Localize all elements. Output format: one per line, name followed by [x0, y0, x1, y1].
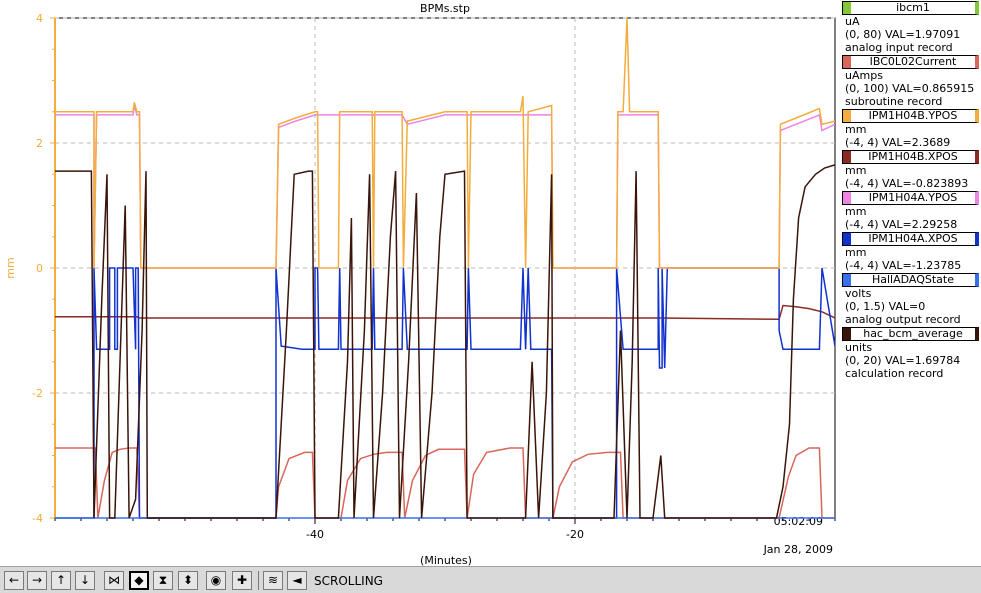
- legend-entry-detail: (-4, 4) VAL=2.3689: [845, 136, 951, 149]
- y-tick-label: 2: [36, 137, 43, 150]
- y-tick-label: -4: [32, 512, 43, 525]
- legend-entry-detail: (0, 1.5) VAL=0: [845, 300, 926, 313]
- legend-entry[interactable]: ibcm1 uA (0, 80) VAL=1.97091 analog input r…: [838, 1, 981, 54]
- legend-entry-label: hac_bcm_average: [863, 327, 963, 340]
- legend-color-swatch: [843, 151, 851, 163]
- legend-entry-detail: analog input record: [845, 41, 953, 54]
- zoom-in-x-icon[interactable]: ⋈: [104, 571, 124, 590]
- legend-entry-detail: (-4, 4) VAL=-0.823893: [845, 177, 969, 190]
- y-tick-label: -2: [32, 387, 43, 400]
- legend-entry-detail: analog output record: [845, 313, 961, 326]
- legend-entry-detail: mm: [845, 246, 867, 259]
- legend-entry-name[interactable]: IPM1H04A.YPOS: [842, 191, 979, 205]
- legend-color-swatch: [843, 56, 851, 68]
- time-label: 05:02:09: [774, 515, 823, 528]
- legend-entry[interactable]: IPM1H04B.YPOS mm (-4, 4) VAL=2.3689: [838, 109, 981, 149]
- legend-entry-detail: calculation record: [845, 367, 944, 380]
- legend-entry-detail: (0, 80) VAL=1.97091: [845, 28, 961, 41]
- arrow-left-icon[interactable]: ←: [4, 571, 24, 590]
- legend-entry-detail: (-4, 4) VAL=-1.23785: [845, 259, 962, 272]
- y-axis-label: mm: [4, 257, 17, 278]
- x-tick-label: -40: [306, 528, 324, 541]
- zoom-out-y-icon[interactable]: ⬍: [178, 571, 198, 590]
- legend-entry-label: IPM1H04B.YPOS: [868, 109, 958, 122]
- legend-entry[interactable]: IPM1H04A.XPOS mm (-4, 4) VAL=-1.23785: [838, 232, 981, 272]
- toolbar: ← → ↑ ↓ ⋈ ◆ ⧗ ⬍ ◉ ✚ ≋ ◄ SCROLLING: [0, 566, 981, 593]
- legend-entry[interactable]: IPM1H04B.XPOS mm (-4, 4) VAL=-0.823893: [838, 150, 981, 190]
- arrow-up-icon[interactable]: ↑: [51, 571, 71, 590]
- legend-entry[interactable]: IPM1H04A.YPOS mm (-4, 4) VAL=2.29258: [838, 191, 981, 231]
- y-tick-label: 4: [36, 12, 43, 25]
- legend-entry-label: IPM1H04A.YPOS: [868, 191, 958, 204]
- scroll-icon[interactable]: ◄: [287, 571, 307, 590]
- y-tick-label: 0: [36, 262, 43, 275]
- scroll-status-text: SCROLLING: [314, 574, 383, 588]
- legend-entry[interactable]: IBC0L02Current uAmps (0, 100) VAL=0.865915…: [838, 55, 981, 108]
- legend-entry-name[interactable]: IPM1H04A.XPOS: [842, 232, 979, 246]
- legend-entry[interactable]: HallADAQState volts (0, 1.5) VAL=0 analog o…: [838, 273, 981, 326]
- legend-entry-label: IPM1H04A.XPOS: [868, 232, 958, 245]
- legend-color-swatch: [843, 328, 851, 340]
- legend-panel: ibcm1 uA (0, 80) VAL=1.97091 analog input r…: [838, 0, 981, 566]
- stripchart-stage: 4 2 0 -2 -4 mm -40 -20 (Minutes) 05:02:09 Jan 28, …: [0, 0, 981, 566]
- legend-entry-detail: mm: [845, 123, 867, 136]
- legend-entry-name[interactable]: IBC0L02Current: [842, 55, 979, 69]
- legend-entry-label: HallADAQState: [871, 273, 955, 286]
- plot-area[interactable]: 4 2 0 -2 -4 mm -40 -20 (Minutes) 05:02:09 Jan 28, …: [0, 0, 838, 566]
- legend-entry-detail: (0, 20) VAL=1.69784: [845, 354, 961, 367]
- legend-entry-detail: mm: [845, 164, 867, 177]
- chart-title: BPMs.stp: [420, 2, 470, 15]
- legend-color-swatch: [843, 274, 851, 286]
- legend-color-swatch: [843, 192, 851, 204]
- date-label: Jan 28, 2009: [763, 543, 833, 556]
- legend-entry-detail: units: [845, 341, 873, 354]
- legend-color-swatch: [843, 2, 851, 14]
- legend-entry-detail: (-4, 4) VAL=2.29258: [845, 218, 958, 231]
- add-trace-icon[interactable]: ✚: [232, 571, 252, 590]
- legend-entry-name[interactable]: IPM1H04B.XPOS: [842, 150, 979, 164]
- legend-entry-label: ibcm1: [896, 1, 930, 14]
- legend-entry-detail: (0, 100) VAL=0.865915: [845, 82, 975, 95]
- toolbar-separator: [258, 571, 259, 590]
- legend-color-swatch: [843, 233, 851, 245]
- legend-entry-name[interactable]: ibcm1: [842, 1, 979, 15]
- x-tick-label: -20: [566, 528, 584, 541]
- legend-entry-name[interactable]: IPM1H04B.YPOS: [842, 109, 979, 123]
- x-axis-label: (Minutes): [420, 554, 472, 566]
- legend-color-swatch: [843, 110, 851, 122]
- zoom-out-x-icon[interactable]: ◆: [129, 571, 149, 590]
- legend-entry-detail: uA: [845, 15, 860, 28]
- legend-entry-name[interactable]: HallADAQState: [842, 273, 979, 287]
- legend-entry-name[interactable]: hac_bcm_average: [842, 327, 979, 341]
- legend-entry-detail: mm: [845, 205, 867, 218]
- legend-entry-label: IBC0L02Current: [869, 55, 957, 68]
- arrow-down-icon[interactable]: ↓: [75, 571, 95, 590]
- legend-entry-detail: volts: [845, 287, 872, 300]
- waveform-icon[interactable]: ≋: [263, 571, 283, 590]
- arrow-right-icon[interactable]: →: [27, 571, 47, 590]
- legend-entry-detail: uAmps: [845, 69, 883, 82]
- legend-entry-label: IPM1H04B.XPOS: [868, 150, 958, 163]
- legend-entry[interactable]: hac_bcm_average units (0, 20) VAL=1.69784 c…: [838, 327, 981, 380]
- legend-entry-detail: subroutine record: [845, 95, 943, 108]
- zoom-in-y-icon[interactable]: ⧗: [153, 571, 173, 590]
- autoscale-icon[interactable]: ◉: [206, 571, 226, 590]
